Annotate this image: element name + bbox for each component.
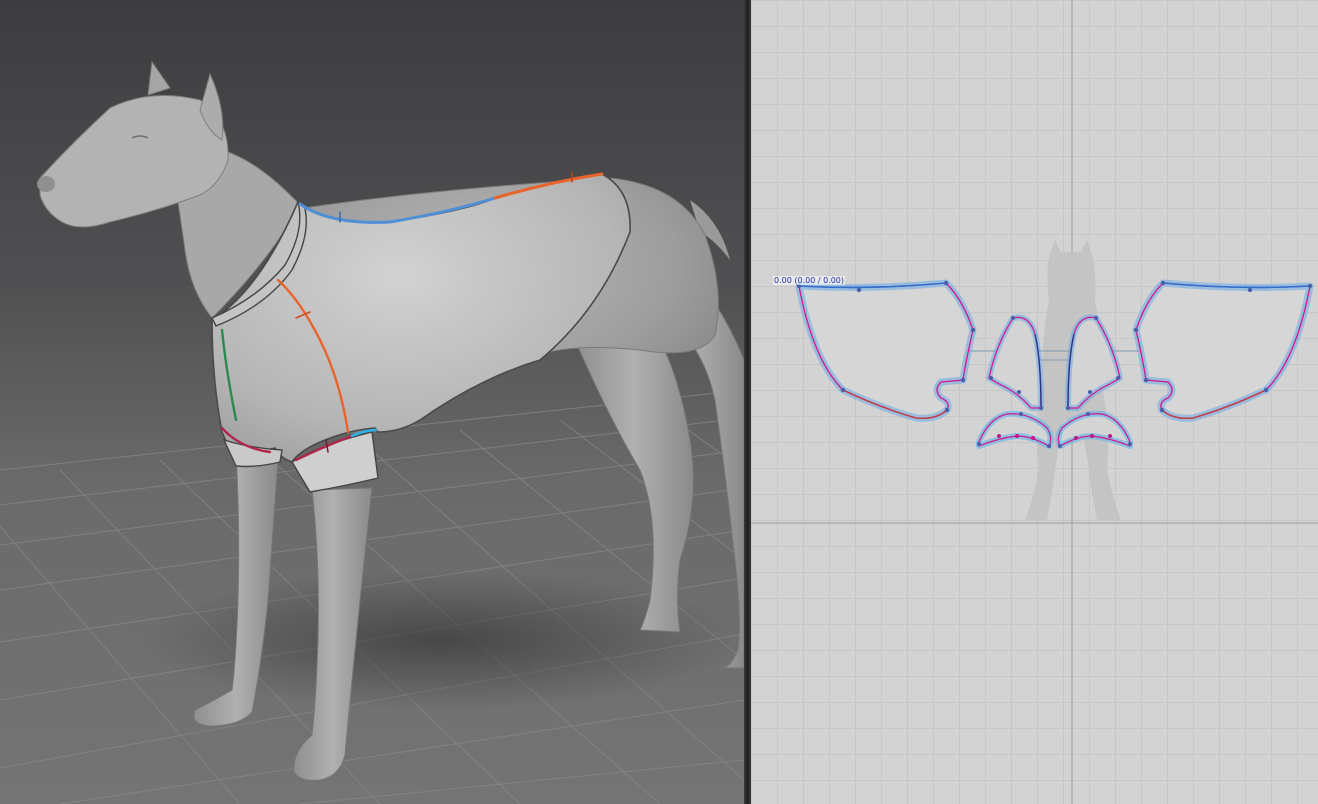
pattern-piece-chest-left[interactable] xyxy=(986,314,1044,411)
dog-shadow xyxy=(140,570,740,710)
3d-viewport[interactable] xyxy=(0,0,744,804)
pattern-piece-chest-right[interactable] xyxy=(1065,314,1123,411)
2d-pattern-viewport[interactable]: 0.00 (0.00 / 0.00) xyxy=(751,0,1318,804)
2d-pattern-canvas[interactable] xyxy=(751,0,1318,804)
dog-nose xyxy=(37,176,55,192)
3d-scene[interactable] xyxy=(0,0,744,804)
pattern-piece-right-body[interactable] xyxy=(1132,279,1314,422)
pattern-piece-left-body[interactable] xyxy=(795,279,977,422)
dog-ear-left xyxy=(147,60,171,96)
coordinate-readout: 0.00 (0.00 / 0.00) xyxy=(773,276,846,285)
viewport-divider[interactable] xyxy=(744,0,751,804)
